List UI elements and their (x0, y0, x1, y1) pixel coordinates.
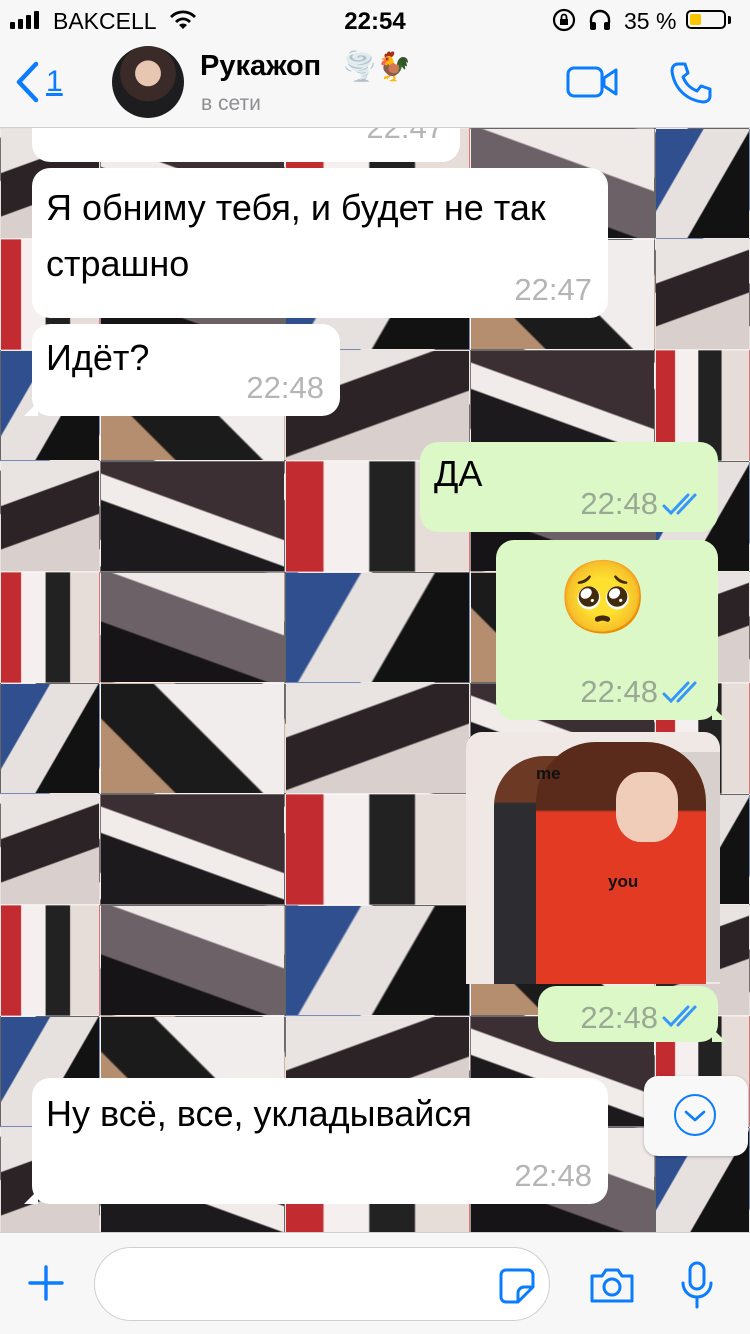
unread-count: 1 (46, 65, 63, 98)
message-bubble-partial[interactable]: 22:47 (32, 128, 460, 162)
phone-call-button[interactable] (668, 60, 714, 106)
microphone-icon[interactable] (680, 1261, 714, 1309)
orientation-lock-icon (552, 8, 576, 32)
status-bar: BAKCELL 22:54 35 % (0, 0, 750, 40)
contact-name[interactable]: Рукажоп (200, 50, 321, 83)
wallpaper-tile (100, 683, 285, 794)
message-bubble-incoming[interactable]: Идёт? 22:48 (24, 324, 340, 416)
wallpaper-tile (100, 905, 285, 1016)
battery-percent: 35 % (624, 8, 677, 34)
video-call-button[interactable] (566, 64, 618, 100)
wallpaper-tile (0, 572, 100, 683)
message-time: 22:48 (580, 674, 658, 709)
message-text: Идёт? (46, 337, 150, 378)
message-text: Ну всё, все, укладывайся (46, 1093, 472, 1134)
contact-name-emoji: 🌪️🐓 (342, 51, 412, 82)
message-bubble-outgoing[interactable]: 🥺 22:48 (496, 540, 726, 720)
wallpaper-tile (285, 794, 470, 905)
wallpaper-tile (0, 683, 100, 794)
read-receipt-icon (662, 1005, 697, 1028)
message-time: 22:48 (580, 486, 658, 521)
message-emoji: 🥺 (558, 558, 648, 638)
wallpaper-tile (0, 461, 100, 572)
chat-messages-area[interactable]: 22:47 Я обниму тебя, и будет не так стра… (0, 128, 750, 1232)
wallpaper-tile (285, 905, 470, 1016)
message-text: ДА (434, 453, 483, 494)
message-time: 22:48 (514, 1158, 592, 1193)
wallpaper-tile (100, 794, 285, 905)
battery-icon (686, 10, 726, 29)
read-receipt-icon (662, 493, 697, 516)
wallpaper-tile (285, 572, 470, 683)
photo-label-me: me (536, 764, 561, 783)
chat-header: 1 Рукажоп 🌪️🐓 в сети (0, 40, 750, 128)
wallpaper-tile (0, 905, 100, 1016)
camera-icon[interactable] (588, 1265, 636, 1305)
message-bubble-incoming[interactable]: Я обниму тебя, и будет не так страшно 22… (32, 168, 608, 318)
headphones-icon (589, 9, 611, 30)
wallpaper-tile (0, 794, 100, 905)
wallpaper-tile (655, 239, 750, 350)
photo-message[interactable]: me you (466, 732, 720, 984)
plus-icon[interactable] (26, 1263, 66, 1303)
message-input-bar (0, 1232, 750, 1334)
message-input[interactable] (94, 1247, 550, 1321)
contact-status: в сети (201, 92, 261, 115)
wallpaper-tile (285, 683, 470, 794)
scroll-to-bottom-button[interactable] (644, 1076, 748, 1156)
message-bubble-outgoing[interactable]: ДА 22:48 (420, 442, 718, 532)
sticker-icon[interactable] (498, 1267, 536, 1305)
read-receipt-icon (662, 681, 697, 704)
wallpaper-tile (100, 461, 285, 572)
wallpaper-tile (655, 128, 750, 239)
message-bubble-incoming[interactable]: Ну всё, все, укладывайся 22:48 (24, 1078, 608, 1204)
photo-label-you: you (608, 872, 639, 891)
message-time: 22:47 (514, 272, 592, 307)
chevron-down-icon (684, 1110, 706, 1122)
back-button[interactable]: 1 (14, 60, 63, 104)
message-time: 22:48 (246, 370, 324, 405)
message-text: Я обниму тебя, и будет не так страшно (46, 187, 546, 284)
message-time: 22:48 (580, 1000, 658, 1035)
contact-avatar[interactable] (112, 46, 184, 118)
chevron-left-icon (16, 61, 39, 103)
message-bubble-outgoing-photo-footer[interactable]: 22:48 (538, 986, 726, 1042)
message-time: 22:47 (366, 128, 444, 146)
wallpaper-tile (100, 572, 285, 683)
